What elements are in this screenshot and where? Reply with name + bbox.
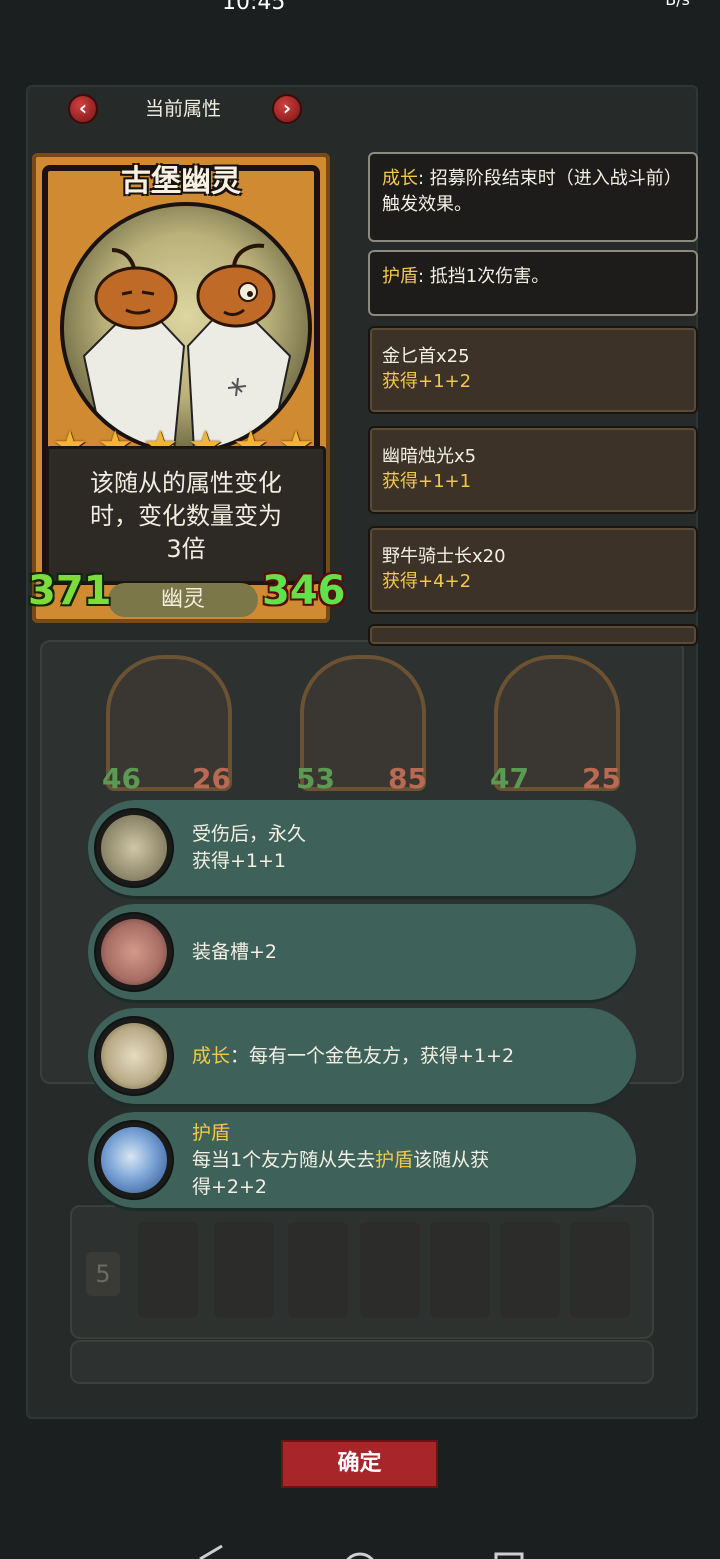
ability-pill: 护盾 每当1个友方随从失去护盾该随从获 得+2+2	[88, 1112, 636, 1208]
keyword-text: : 抵挡1次伤害。	[418, 266, 550, 287]
shop-slot[interactable]	[360, 1222, 420, 1318]
golden-dagger-icon	[94, 1016, 174, 1096]
ability-line: 装备槽+2	[192, 940, 278, 963]
nav-buttons-icon	[199, 1544, 524, 1559]
ability-text: 护盾 每当1个友方随从失去护盾该随从获 得+2+2	[192, 1112, 616, 1208]
hand-panel	[70, 1340, 654, 1384]
ability-keyword: 成长	[192, 1044, 231, 1067]
keyword-growth-box: 成长: 招募阶段结束时（进入战斗前）触发效果。	[368, 152, 698, 242]
description-line: 时，变化数量变为	[90, 502, 282, 530]
keyword-name: 护盾	[382, 266, 418, 287]
minion-attack: 46	[102, 762, 141, 795]
unit-description: 该随从的属性变化 时，变化数量变为 3倍	[49, 467, 323, 566]
chevron-left-icon: ‹	[78, 96, 88, 120]
ability-line: 每当1个友方随从失去	[192, 1148, 376, 1171]
effect-box: 野牛骑士长x20 获得+4+2	[368, 526, 698, 614]
effect-title: 幽暗烛光x5	[382, 446, 477, 467]
minion-attack: 53	[296, 762, 335, 795]
effect-box-partial	[368, 624, 698, 646]
candelabra-icon	[94, 808, 174, 888]
minion-health: 26	[192, 762, 231, 795]
effect-box: 金匕首x25 获得+1+2	[368, 326, 698, 414]
ability-text: 受伤后，永久 获得+1+1	[192, 800, 616, 896]
health-value: 346	[262, 568, 346, 614]
ability-pill: 受伤后，永久 获得+1+1	[88, 800, 636, 896]
shop-slot[interactable]	[430, 1222, 490, 1318]
ability-keyword: 护盾	[375, 1148, 414, 1171]
ability-keyword: 护盾	[192, 1121, 231, 1144]
shop-slot[interactable]	[570, 1222, 630, 1318]
effect-sub: 获得+4+2	[382, 571, 472, 592]
header-title: 当前属性	[144, 98, 221, 120]
keyword-name: 成长	[382, 168, 418, 189]
chevron-right-icon: ›	[282, 96, 292, 120]
ability-line: 得+2+2	[192, 1175, 268, 1198]
pumpkin-ghosts-illustration	[82, 243, 292, 450]
keyword-text: : 招募阶段结束时（进入战斗前）触发效果。	[382, 168, 682, 215]
shield-orb-icon	[94, 1120, 174, 1200]
shop-slot[interactable]	[288, 1222, 348, 1318]
shop-tier-badge: 5	[86, 1252, 120, 1296]
description-line: 3倍	[166, 535, 206, 563]
keyword-shield-box: 护盾: 抵挡1次伤害。	[368, 250, 698, 316]
description-line: 该随从的属性变化	[90, 469, 282, 497]
ability-line: ：每有一个金色友方，获得+1+2	[230, 1044, 515, 1067]
attack-value: 371	[28, 568, 112, 614]
minion-health: 85	[388, 762, 427, 795]
next-page-button[interactable]: ›	[272, 94, 302, 124]
status-time: 10:45	[222, 0, 286, 14]
minion-attack: 47	[490, 762, 529, 795]
unit-portrait	[60, 202, 312, 454]
unit-description-box: 该随从的属性变化 时，变化数量变为 3倍	[46, 446, 326, 584]
ability-pill: 装备槽+2	[88, 904, 636, 1000]
status-network-speed: B/s	[665, 0, 690, 9]
unit-name: 古堡幽灵	[121, 164, 241, 199]
prev-page-button[interactable]: ‹	[68, 94, 98, 124]
ability-text: 装备槽+2	[192, 904, 616, 1000]
effect-title: 金匕首x25	[382, 346, 470, 367]
shop-slot[interactable]	[214, 1222, 274, 1318]
effect-title: 野牛骑士长x20	[382, 546, 506, 567]
shop-slot[interactable]	[138, 1222, 198, 1318]
ability-pill: 成长：每有一个金色友方，获得+1+2	[88, 1008, 636, 1104]
status-bar: 10:45 B/s	[0, 0, 720, 14]
ability-line: 获得+1+1	[192, 850, 287, 872]
ability-line: 受伤后，永久	[192, 823, 307, 845]
confirm-button[interactable]: 确定	[281, 1440, 438, 1488]
system-nav-bar	[0, 1540, 720, 1559]
armor-icon	[94, 912, 174, 992]
tribe-badge: 幽灵	[108, 583, 258, 617]
minion-health: 25	[582, 762, 621, 795]
ability-line: 该随从获	[413, 1148, 490, 1171]
effect-sub: 获得+1+1	[382, 471, 472, 492]
effect-sub: 获得+1+2	[382, 371, 472, 392]
ability-text: 成长：每有一个金色友方，获得+1+2	[192, 1008, 616, 1104]
effect-box: 幽暗烛光x5 获得+1+1	[368, 426, 698, 514]
shop-slot[interactable]	[500, 1222, 560, 1318]
